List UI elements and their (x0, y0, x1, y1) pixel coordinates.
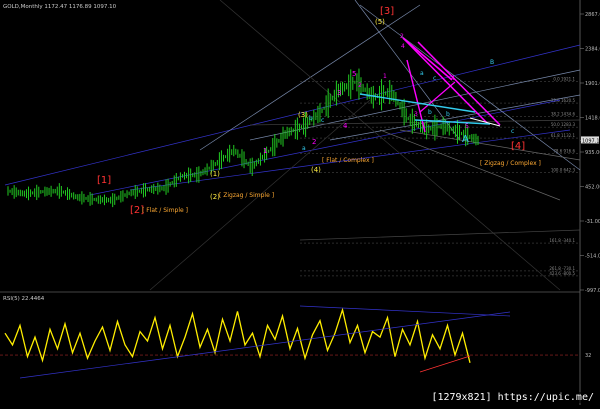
wave-label: a (302, 145, 306, 152)
rsi-title: RSI(5) 22.4464 (3, 296, 45, 302)
price-tick-label: -31.00 (585, 219, 600, 225)
wave-label: 2 (358, 82, 362, 89)
fib-label: 61.8 1132.1 (551, 133, 576, 138)
fib-label: 38.2 1434.6 (551, 112, 576, 117)
wave-label: a (420, 70, 424, 77)
price-tick-label: 452.00 (585, 185, 600, 191)
price-tick-label: 1901.00 (585, 81, 600, 87)
wave-label: 3 (337, 89, 341, 97)
wave-label: c (511, 128, 514, 135)
wave-label: B (490, 59, 494, 66)
wave-label: (1) (210, 170, 220, 178)
price-tick-label: 2384.00 (585, 47, 600, 53)
price-tick-label: 935.00 (585, 150, 600, 156)
rsi-axis-label: 32 (585, 353, 591, 359)
fib-label: 50.0 1283.3 (551, 122, 576, 127)
wave-label: 5 (352, 70, 356, 78)
wave-label: c (433, 75, 436, 82)
wave-label: [1] (97, 175, 111, 186)
wave-label: [ Zigzag / Complex ] (480, 160, 541, 167)
price-tick-label: 2867.00 (585, 12, 600, 18)
fib-label: 100.0 642.3 (551, 167, 576, 172)
chart-svg: GOLD,Monthly 1172.47 1176.89 1097.10 RSI… (0, 0, 600, 405)
current-price-label: 1097.10 (582, 138, 600, 144)
fib-label: 423.6 -800.5 (549, 271, 575, 276)
wave-label: b (446, 111, 450, 118)
fib-label: 161.8 -340.1 (549, 238, 575, 243)
price-tick-label: 1418.00 (585, 116, 600, 122)
fib-label: 0.0 1921.1 (553, 77, 575, 82)
wave-label: [ Flat / Simple ] (142, 207, 188, 214)
wave-label: [ Zigzag / Simple ] (219, 192, 274, 199)
wave-label: 2 (400, 33, 404, 40)
wave-label: (4) (311, 166, 321, 174)
wave-label: 4 (343, 122, 348, 130)
wave-label: 1 (383, 73, 387, 80)
chart-title: GOLD,Monthly 1172.47 1176.89 1097.10 (3, 4, 117, 10)
wave-label: c (321, 117, 324, 124)
wave-label: 4 (401, 43, 405, 50)
wave-label: [3] (380, 6, 394, 17)
price-tick-label: -997.00 (585, 288, 600, 294)
watermark-text: [1279x821] https://upic.me/ (429, 392, 596, 403)
wave-label: [ Flat / Complex ] (322, 157, 374, 164)
price-tick-label: -514.00 (585, 254, 600, 260)
wave-label: 3 (414, 111, 418, 118)
wave-label: (5) (375, 18, 385, 26)
wave-label: A (462, 134, 469, 145)
wave-label: 2 (312, 138, 316, 146)
wave-label: 5 (465, 123, 469, 130)
wave-label: [4] (511, 141, 525, 152)
wave-label: (3) (298, 111, 308, 119)
wave-label: 1 (263, 147, 267, 155)
wave-label: b (428, 109, 432, 116)
wave-label: b (309, 115, 313, 122)
chart-root: GOLD,Monthly 1172.47 1176.89 1097.10 RSI… (0, 0, 600, 405)
fib-label: 23.6 1620.5 (551, 98, 576, 103)
wave-label: 4 (451, 75, 455, 82)
